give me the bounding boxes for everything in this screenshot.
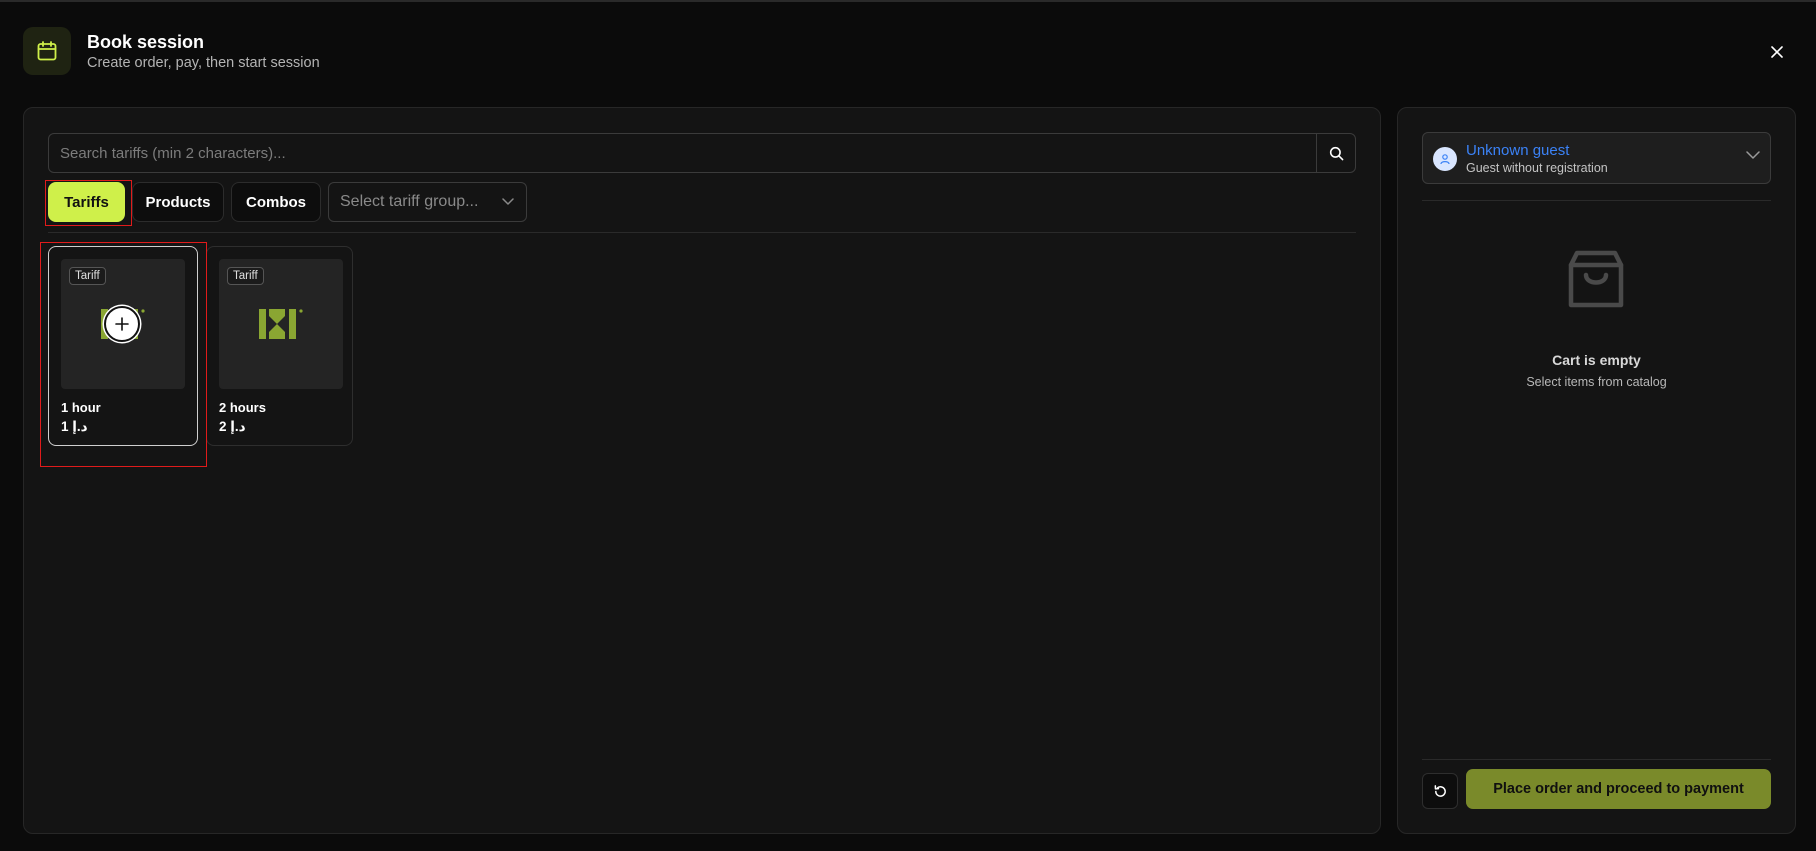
guest-selector[interactable]: Unknown guest Guest without registration — [1422, 132, 1771, 184]
tariff-price: 1 د.إ — [61, 419, 88, 434]
guest-name: Unknown guest — [1466, 142, 1570, 159]
catalog-tabs: Tariffs Products Combos Select tariff gr… — [48, 182, 527, 222]
close-button[interactable] — [1766, 41, 1788, 63]
tariff-card-2-hours[interactable]: Tariff 2 hours 2 د.إ — [206, 246, 353, 446]
modal-header: Book session Create order, pay, then sta… — [23, 27, 320, 75]
search-bar — [48, 133, 1356, 173]
close-icon — [1771, 46, 1783, 58]
tariff-group-select[interactable]: Select tariff group... — [328, 182, 527, 222]
plus-icon — [115, 317, 129, 331]
tariff-group-placeholder: Select tariff group... — [340, 193, 479, 210]
modal-subtitle: Create order, pay, then start session — [87, 54, 320, 71]
tariff-card-image: Tariff — [219, 259, 343, 389]
catalog-divider — [48, 232, 1356, 233]
search-button[interactable] — [1316, 134, 1355, 172]
cart-footer-divider — [1422, 759, 1771, 760]
cart-empty-subtitle: Select items from catalog — [1526, 375, 1667, 389]
chevron-down-icon — [1746, 151, 1760, 159]
tariff-card-1-hour[interactable]: Tariff 1 hour 1 د.إ — [48, 246, 198, 446]
place-order-button[interactable]: Place order and proceed to payment — [1466, 769, 1771, 809]
tariff-name: 2 hours — [219, 400, 266, 415]
cart-panel: Unknown guest Guest without registration… — [1397, 107, 1796, 834]
tariff-price: 2 د.إ — [219, 419, 246, 434]
tariff-badge: Tariff — [227, 267, 264, 285]
tariff-card-image: Tariff — [61, 259, 185, 389]
search-input[interactable] — [49, 134, 1316, 172]
tariff-name: 1 hour — [61, 400, 101, 415]
refresh-icon — [1434, 784, 1446, 797]
tab-products[interactable]: Products — [132, 182, 224, 222]
shopping-bag-icon — [1568, 250, 1624, 308]
reset-cart-button[interactable] — [1422, 773, 1458, 809]
tab-combos[interactable]: Combos — [231, 182, 321, 222]
add-to-cart-button[interactable] — [104, 306, 140, 342]
tab-tariffs[interactable]: Tariffs — [48, 182, 125, 222]
tariff-badge: Tariff — [69, 267, 106, 285]
window-top-border — [0, 0, 1816, 2]
brand-logo-icon — [259, 309, 303, 339]
modal-title: Book session — [87, 31, 205, 52]
calendar-icon — [23, 27, 71, 75]
cart-divider — [1422, 200, 1771, 201]
user-icon — [1433, 147, 1457, 171]
search-icon — [1329, 146, 1343, 160]
catalog-panel: Tariffs Products Combos Select tariff gr… — [23, 107, 1381, 834]
guest-subtitle: Guest without registration — [1466, 161, 1608, 175]
chevron-down-icon — [502, 198, 514, 205]
cart-empty-title: Cart is empty — [1552, 352, 1641, 368]
